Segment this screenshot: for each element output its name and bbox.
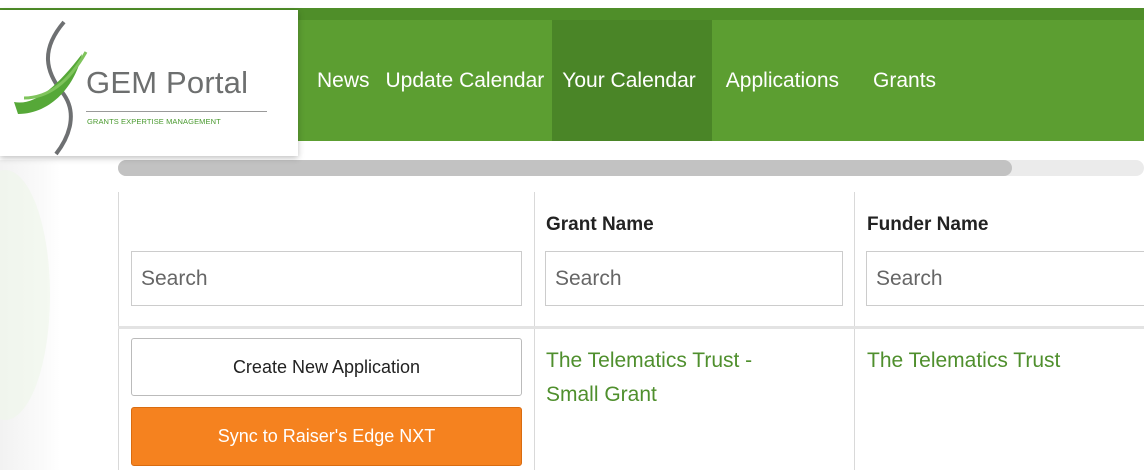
grant-name-link[interactable]: The Telematics Trust - Small Grant [546,344,752,412]
column-header-grant-name[interactable]: Grant Name [546,214,654,236]
search-input-funder-name[interactable] [866,251,1144,306]
sync-to-raisers-edge-button[interactable]: Sync to Raiser's Edge NXT [131,407,522,466]
logo-subtitle: GRANTS EXPERTISE MANAGEMENT [87,117,221,126]
horizontal-scrollbar[interactable] [118,160,1144,176]
nav-item-news[interactable]: News [300,20,378,141]
grant-name-line-1: The Telematics Trust - [546,349,753,372]
logo-card[interactable]: GEM Portal GRANTS EXPERTISE MANAGEMENT [0,10,298,156]
scrollbar-thumb[interactable] [118,160,1012,176]
logo-title: GEM Portal [86,65,249,100]
applications-table: Grant Name Funder Name Create New Applic… [118,192,1144,470]
funder-name-link[interactable]: The Telematics Trust [867,344,1060,378]
search-input-grant-name[interactable] [545,251,843,306]
grant-name-line-2: Small Grant [546,383,657,406]
header-row-divider [118,326,1144,329]
column-header-funder-name[interactable]: Funder Name [867,214,988,236]
main-nav: News Update Calendar Your Calendar Appli… [300,20,944,141]
logo-divider [86,111,267,112]
nav-item-applications[interactable]: Applications [712,20,847,141]
search-input-actions[interactable] [131,251,522,306]
nav-item-grants[interactable]: Grants [847,20,944,141]
nav-item-your-calendar[interactable]: Your Calendar [552,20,712,141]
column-divider [118,192,119,470]
create-new-application-button[interactable]: Create New Application [131,338,522,396]
column-divider [854,192,855,470]
column-divider [534,192,535,470]
nav-item-update-calendar[interactable]: Update Calendar [378,20,553,141]
